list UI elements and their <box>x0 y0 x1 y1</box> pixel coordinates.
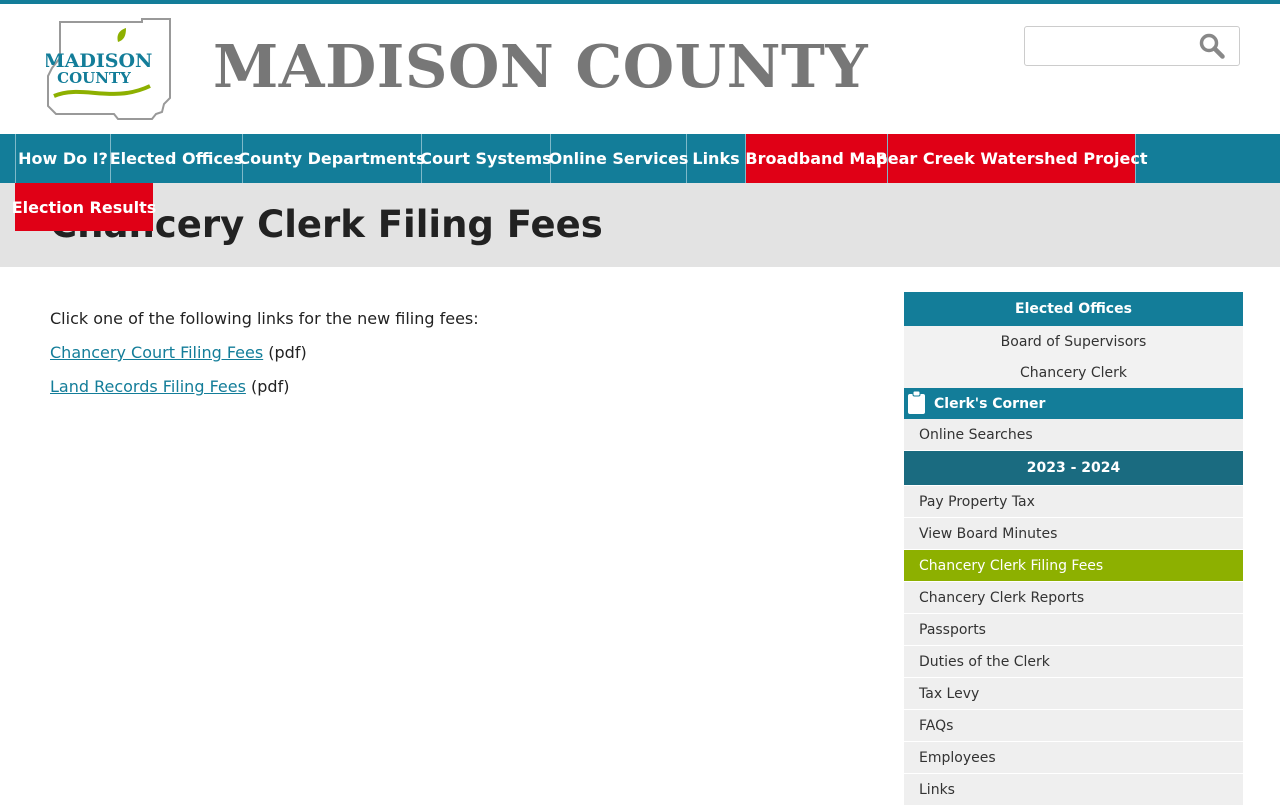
nav-links[interactable]: Links <box>687 134 746 183</box>
sidebar-item-faqs[interactable]: FAQs <box>904 710 1243 741</box>
land-records-filing-fees-link[interactable]: Land Records Filing Fees <box>50 377 246 396</box>
nav-broadband-map[interactable]: Broadband Map <box>745 134 888 183</box>
sidebar-clerks-corner-header: Clerk's Corner <box>904 388 1243 419</box>
sidebar-item-online-searches[interactable]: Online Searches <box>904 419 1243 450</box>
chancery-court-filing-fees-link[interactable]: Chancery Court Filing Fees <box>50 343 263 362</box>
nav-elected-offices[interactable]: Elected Offices <box>110 134 243 183</box>
sidebar-item-employees[interactable]: Employees <box>904 742 1243 773</box>
nav-court-systems[interactable]: Court Systems <box>420 134 552 183</box>
nav-county-departments[interactable]: County Departments <box>238 134 426 183</box>
nav-election-results[interactable]: Election Results <box>12 183 156 231</box>
sidebar-item-view-board-minutes[interactable]: View Board Minutes <box>904 518 1243 549</box>
sidebar-item-passports[interactable]: Passports <box>904 614 1243 645</box>
sidebar-header-elected-offices: Elected Offices <box>904 292 1243 326</box>
top-accent-bar <box>0 0 1280 4</box>
county-logo[interactable]: MADISON COUNTY <box>46 18 174 120</box>
clipboard-icon <box>908 391 925 414</box>
sidebar-item-chancery-clerk-filing-fees[interactable]: Chancery Clerk Filing Fees <box>904 550 1243 581</box>
pdf-label: (pdf) <box>245 377 290 396</box>
sidebar-item-tax-levy[interactable]: Tax Levy <box>904 678 1243 709</box>
pdf-label: (pdf) <box>263 343 307 362</box>
sidebar-item-chancery-clerk-reports[interactable]: Chancery Clerk Reports <box>904 582 1243 613</box>
nav-bear-creek-watershed[interactable]: Bear Creek Watershed Project <box>876 134 1148 183</box>
link-row-land-records: Land Records Filing Fees (pdf) <box>50 370 479 404</box>
sidebar-item-duties-of-the-clerk[interactable]: Duties of the Clerk <box>904 646 1243 677</box>
search-icon[interactable] <box>1199 33 1225 59</box>
clerks-corner-label: Clerk's Corner <box>934 395 1046 412</box>
nav-how-do-i[interactable]: How Do I? <box>15 134 111 183</box>
sidebar: Elected Offices Board of Supervisors Cha… <box>904 292 1243 806</box>
site-title[interactable]: MADISON COUNTY <box>213 32 868 101</box>
search-box <box>1024 26 1240 66</box>
nav-online-services[interactable]: Online Services <box>549 134 688 183</box>
sidebar-item-board-of-supervisors[interactable]: Board of Supervisors <box>904 326 1243 357</box>
sidebar-item-links[interactable]: Links <box>904 774 1243 805</box>
sidebar-item-pay-property-tax[interactable]: Pay Property Tax <box>904 486 1243 517</box>
sidebar-year-header: 2023 - 2024 <box>904 451 1243 485</box>
link-row-chancery-court: Chancery Court Filing Fees (pdf) <box>50 336 479 370</box>
main-content: Click one of the following links for the… <box>50 302 479 404</box>
logo-text-county: COUNTY <box>57 69 131 87</box>
intro-text: Click one of the following links for the… <box>50 309 479 328</box>
search-input[interactable] <box>1033 27 1197 65</box>
sidebar-item-chancery-clerk[interactable]: Chancery Clerk <box>904 357 1243 388</box>
